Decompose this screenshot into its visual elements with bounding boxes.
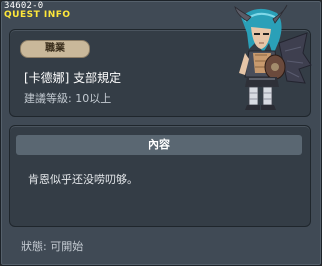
demon-slayer-character-icon <box>227 3 313 115</box>
content-header: 內容 <box>16 135 302 155</box>
content-text: 肯恩似乎还没唠叨够。 <box>28 173 138 186</box>
quest-name: [卡德娜] 支部規定 <box>24 71 122 85</box>
quest-status: 狀態: 可開始 <box>21 240 84 253</box>
quest-content-panel: 內容 肯恩似乎还没唠叨够。 <box>9 125 311 227</box>
quest-info-window: 34602-0 QUEST INFO 職業 [卡德娜] 支部規定 建議等級: 1… <box>0 0 322 266</box>
window-title: QUEST INFO <box>4 10 71 20</box>
recommended-level: 建議等級: 10以上 <box>24 92 112 105</box>
job-badge: 職業 <box>20 40 90 58</box>
